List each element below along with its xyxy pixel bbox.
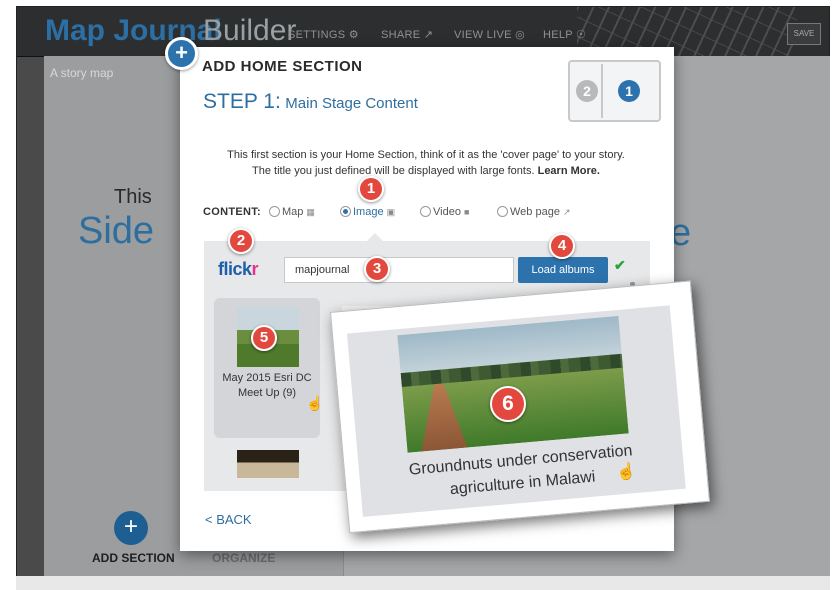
option-image[interactable]: Image ▣: [340, 206, 395, 218]
option-map-label: Map: [282, 206, 304, 218]
layout-side-number: 2: [576, 80, 598, 102]
photo-thumbnail[interactable]: [397, 315, 629, 453]
step-name: Main Stage Content: [285, 95, 418, 112]
app-brand-suffix: Builder: [203, 14, 297, 47]
step-marker-1: 1: [358, 176, 384, 202]
app-brand: Map Journal: [45, 14, 222, 47]
camera-icon: ▣: [386, 207, 396, 217]
intro-line-2: The title you just defined will be displ…: [252, 165, 535, 177]
step-marker-2: 2: [228, 228, 254, 254]
intro-line-1: This first section is your Home Section,…: [227, 149, 625, 161]
layout-main-number: 1: [618, 80, 640, 102]
content-label-row: CONTENT:: [203, 206, 261, 218]
option-webpage[interactable]: Web page ↗: [497, 206, 571, 218]
option-webpage-label: Web page: [510, 206, 560, 218]
flickr-logo-part1: flick: [218, 259, 252, 279]
layout-divider: [601, 64, 603, 118]
step-number: STEP 1:: [203, 90, 281, 113]
nav-settings[interactable]: SETTINGS ⚙: [288, 28, 359, 41]
flickr-logo-part2: r: [251, 259, 259, 279]
organize-label[interactable]: ORGANIZE: [212, 551, 275, 565]
plus-icon: +: [165, 37, 198, 70]
add-section-label[interactable]: ADD SECTION: [92, 551, 175, 565]
background-heading-left: Side: [78, 210, 155, 252]
checkmark-icon: ✔: [614, 257, 626, 273]
external-link-icon: ↗: [562, 207, 571, 217]
load-albums-button[interactable]: Load albums: [518, 257, 608, 283]
video-icon: ■: [463, 207, 470, 217]
option-map[interactable]: Map ▦: [269, 206, 315, 218]
nav-share[interactable]: SHARE ↗: [381, 28, 433, 41]
step-marker-6: 6: [490, 386, 526, 422]
learn-more-link[interactable]: Learn More.: [538, 165, 600, 177]
username-input[interactable]: mapjournal: [284, 257, 514, 283]
nav-view-live[interactable]: VIEW LIVE ◎: [454, 28, 525, 41]
step-heading: STEP 1: Main Stage Content: [203, 90, 418, 114]
bottom-strip: [16, 576, 830, 590]
album-name[interactable]: May 2015 Esri DC Meet Up (9): [218, 371, 316, 401]
intro-text: This first section is your Home Section,…: [196, 147, 656, 179]
hand-cursor-icon-2: ☝: [615, 462, 637, 482]
add-section-icon[interactable]: +: [114, 511, 148, 545]
hand-cursor-icon: ☝: [306, 395, 324, 411]
pane-pointer: [366, 233, 384, 242]
story-title-placeholder: A story map: [50, 66, 114, 80]
content-label: CONTENT:: [203, 206, 262, 218]
video-radio[interactable]: [420, 206, 431, 217]
back-link[interactable]: < BACK: [205, 512, 252, 527]
option-video-label: Video: [433, 206, 461, 218]
webpage-radio[interactable]: [497, 206, 508, 217]
step-marker-3: 3: [364, 256, 390, 282]
background-heading-small: This: [114, 186, 152, 208]
nav-help[interactable]: HELP ☉: [543, 28, 586, 41]
flickr-logo: flickr: [218, 259, 259, 280]
save-button[interactable]: SAVE: [787, 23, 821, 45]
step-marker-4: 4: [549, 233, 575, 259]
layout-thumbnail: 2 1: [568, 60, 661, 122]
dialog-title: ADD HOME SECTION: [202, 58, 363, 75]
map-icon: ▦: [306, 207, 315, 217]
image-radio[interactable]: [340, 206, 351, 217]
option-image-label: Image: [353, 206, 384, 218]
option-video[interactable]: Video ■: [420, 206, 469, 218]
map-radio[interactable]: [269, 206, 280, 217]
album-thumbnail-2[interactable]: [237, 450, 299, 478]
step-marker-5: 5: [251, 325, 277, 351]
